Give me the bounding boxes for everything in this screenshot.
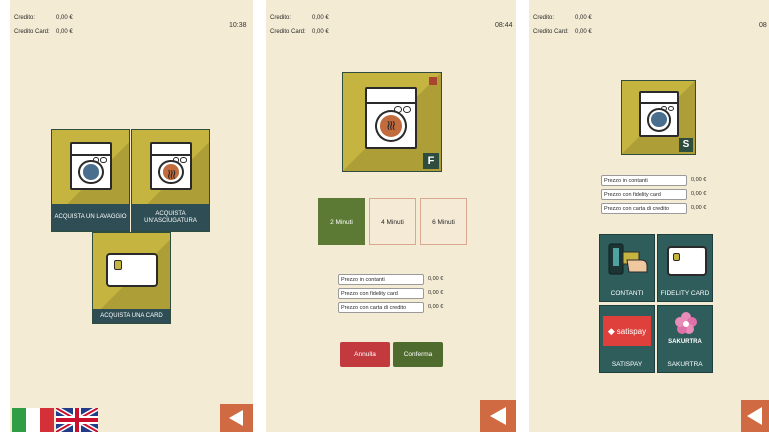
price-label: Prezzo con carta di credito [338,302,424,313]
buy-wash-tile[interactable]: ACQUISTA UN LAVAGGIO [51,129,130,232]
credit-label: Credito: [270,15,292,21]
washer-product-tile: S [621,80,696,155]
credit-card-value: 0,00 € [56,29,73,35]
price-label: Prezzo in contanti [338,274,424,285]
duration-6-button[interactable]: 6 Minuti [420,198,467,245]
credit-card-row: Credito Card: 0,00 € [533,29,592,35]
flag-it-icon[interactable] [12,408,54,432]
back-arrow-icon [747,407,762,425]
dryer-icon [365,87,417,149]
credit-card-label: Credito Card: [14,29,50,35]
credit-row: Credito: 0,00 € [14,15,73,21]
price-value: 0,00 € [691,205,707,211]
credit-value: 0,00 € [312,15,329,21]
buy-dry-label: ACQUISTA UN'ASCIUGATURA [132,204,209,231]
price-label: Prezzo con fidelity card [601,189,687,200]
credit-card-label: Credito Card: [270,29,306,35]
card-icon [106,253,158,287]
credit-row: Credito: 0,00 € [533,15,592,21]
pay-satispay-label: SATISPAY [611,361,643,368]
back-button[interactable] [480,400,516,432]
back-arrow-icon [229,410,243,426]
clock: 08 [759,22,767,29]
pay-satispay-button[interactable]: ◆ satispay SATISPAY [599,305,655,373]
price-value: 0,00 € [428,276,444,282]
buy-wash-label: ACQUISTA UN LAVAGGIO [52,204,129,231]
buy-card-tile[interactable]: ACQUISTA UNA CARD [92,232,171,324]
buy-dry-tile[interactable]: ACQUISTA UN'ASCIUGATURA [131,129,210,232]
clock: 10:38 [229,22,247,29]
pay-fidelity-label: FIDELITY CARD [660,290,710,297]
buy-card-label: ACQUISTA UNA CARD [93,309,170,323]
credit-value: 0,00 € [575,15,592,21]
price-value: 0,00 € [428,304,444,310]
dryer-product-tile: F [342,72,442,172]
flower-icon [675,312,697,334]
pay-sakurtra-button[interactable]: SAKURTRA SAKURTRA [657,305,713,373]
cash-hand-icon [603,238,651,284]
card-icon [667,246,707,276]
screen-select-duration: Credito: 0,00 € Credito Card: 0,00 € 08:… [266,0,516,432]
back-button[interactable] [741,400,769,432]
clock: 08:44 [495,22,513,29]
sakurtra-logo-text: SAKURTRA [668,339,702,345]
pay-cash-button[interactable]: CONTANTI [599,234,655,302]
duration-4-button[interactable]: 4 Minuti [369,198,416,245]
cancel-button[interactable]: Annulla [340,342,390,367]
screen-main-menu: Credito: 0,00 € Credito Card: 0,00 € 10:… [10,0,253,432]
flag-uk-icon[interactable] [56,408,98,432]
satispay-logo-text: satispay [616,326,647,336]
back-arrow-icon [490,407,506,425]
credit-card-label: Credito Card: [533,29,569,35]
satispay-logo-icon: ◆ [607,325,615,336]
pay-sakurtra-label: SAKURTRA [667,361,703,368]
pay-fidelity-button[interactable]: FIDELITY CARD [657,234,713,302]
credit-row: Credito: 0,00 € [270,15,329,21]
price-value: 0,00 € [691,177,707,183]
price-value: 0,00 € [428,290,444,296]
washer-icon [639,91,679,137]
confirm-button[interactable]: Conferma [393,342,443,367]
back-button[interactable] [220,404,253,432]
pay-cash-label: CONTANTI [610,290,644,297]
duration-2-button[interactable]: 2 Minuti [318,198,365,245]
screen-select-payment: Credito: 0,00 € Credito Card: 0,00 € 08 … [529,0,769,432]
price-label: Prezzo con fidelity card [338,288,424,299]
credit-card-row: Credito Card: 0,00 € [14,29,73,35]
credit-card-row: Credito Card: 0,00 € [270,29,329,35]
product-badge: S [679,138,693,152]
credit-label: Credito: [533,15,555,21]
price-value: 0,00 € [691,191,707,197]
dryer-icon [150,142,192,190]
credit-card-value: 0,00 € [575,29,592,35]
price-label: Prezzo in contanti [601,175,687,186]
product-badge: F [423,153,439,169]
credit-label: Credito: [14,15,36,21]
credit-card-value: 0,00 € [312,29,329,35]
credit-value: 0,00 € [56,15,73,21]
washer-icon [70,142,112,190]
price-label: Prezzo con carta di credito [601,203,687,214]
